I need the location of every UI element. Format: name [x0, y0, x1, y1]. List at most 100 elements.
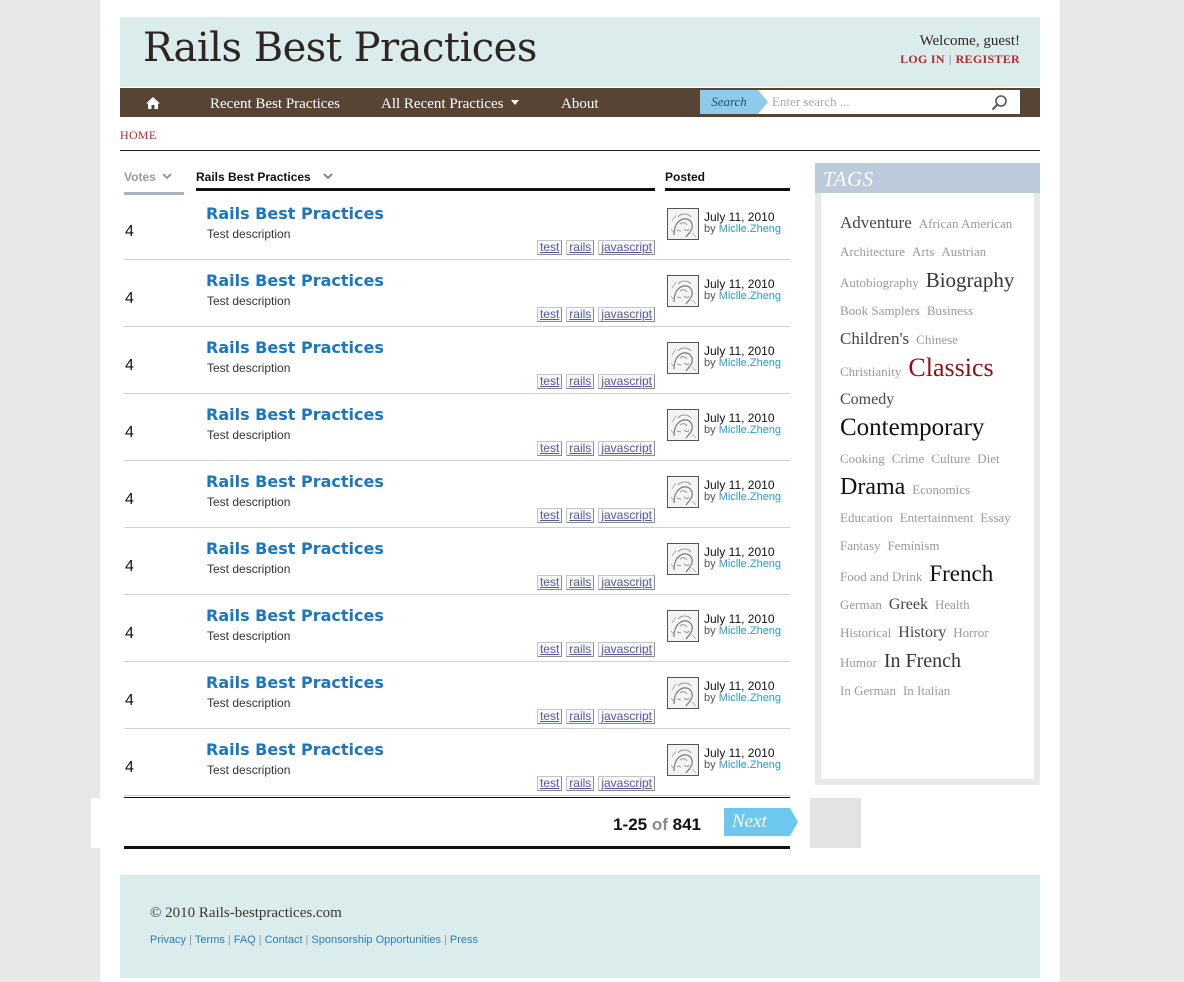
tag-cloud-item[interactable]: Classics [908, 354, 993, 382]
author-avatar[interactable] [667, 543, 699, 575]
tag-cloud-item[interactable]: Autobiography [840, 269, 919, 297]
tag-cloud-item[interactable]: Biography [926, 266, 1015, 294]
author-link[interactable]: Miclle.Zheng [719, 290, 781, 302]
tag-cloud-item[interactable]: Contemporary [840, 414, 984, 442]
author-link[interactable]: Miclle.Zheng [719, 491, 781, 503]
tag-cloud-item[interactable]: Arts [912, 238, 934, 266]
tag-link[interactable]: test [536, 575, 563, 590]
tag-cloud-item[interactable]: Architecture [840, 238, 905, 266]
tag-cloud-item[interactable]: In Italian [903, 677, 950, 705]
footer-link[interactable]: Terms [195, 934, 225, 946]
author-avatar[interactable] [667, 208, 699, 240]
tag-link[interactable]: javascript [598, 441, 655, 456]
author-avatar[interactable] [667, 610, 699, 642]
tag-cloud-item[interactable]: Culture [931, 445, 970, 473]
footer-link[interactable]: Press [450, 934, 478, 946]
tag-link[interactable]: test [536, 240, 563, 255]
tag-cloud-item[interactable]: Business [927, 297, 973, 325]
practice-title-link[interactable]: Rails Best Practices [206, 405, 384, 424]
practice-title-link[interactable]: Rails Best Practices [206, 673, 384, 692]
tag-cloud-item[interactable]: In German [840, 677, 896, 705]
tag-link[interactable]: rails [566, 307, 595, 322]
tag-link[interactable]: javascript [598, 575, 655, 590]
footer-link[interactable]: Contact [265, 934, 303, 946]
tag-link[interactable]: test [536, 709, 563, 724]
login-link[interactable]: LOG IN [900, 52, 945, 66]
tag-cloud-item[interactable]: Children's [840, 325, 909, 353]
practice-title-link[interactable]: Rails Best Practices [206, 204, 384, 223]
tag-link[interactable]: javascript [598, 776, 655, 791]
author-link[interactable]: Miclle.Zheng [719, 692, 781, 704]
tag-link[interactable]: test [536, 508, 563, 523]
tag-cloud-item[interactable]: Humor [840, 649, 877, 677]
tag-cloud-item[interactable]: Crime [892, 445, 925, 473]
tag-cloud-item[interactable]: Christianity [840, 358, 901, 386]
author-link[interactable]: Miclle.Zheng [719, 424, 781, 436]
tag-cloud-item[interactable]: Austrian [941, 238, 986, 266]
tag-link[interactable]: rails [566, 240, 595, 255]
tag-cloud-item[interactable]: Health [935, 591, 970, 619]
tag-link[interactable]: rails [566, 508, 595, 523]
tag-link[interactable]: javascript [598, 374, 655, 389]
tag-cloud-item[interactable]: In French [884, 647, 961, 675]
tag-cloud-item[interactable]: Greek [889, 591, 928, 619]
nav-recent-best-practices[interactable]: Recent Best Practices [210, 96, 340, 113]
tag-cloud-item[interactable]: Education [840, 504, 893, 532]
tag-link[interactable]: rails [566, 709, 595, 724]
tag-link[interactable]: javascript [598, 642, 655, 657]
next-page-button[interactable]: Next [724, 808, 798, 836]
votes-column-header[interactable]: Votes [124, 170, 184, 195]
author-avatar[interactable] [667, 409, 699, 441]
search-icon[interactable] [991, 94, 1008, 111]
practice-title-link[interactable]: Rails Best Practices [206, 338, 384, 357]
author-link[interactable]: Miclle.Zheng [719, 558, 781, 570]
author-avatar[interactable] [667, 677, 699, 709]
practice-title-link[interactable]: Rails Best Practices [206, 740, 384, 759]
author-avatar[interactable] [667, 275, 699, 307]
breadcrumb-home[interactable]: HOME [120, 128, 157, 143]
practice-title-link[interactable]: Rails Best Practices [206, 271, 384, 290]
tag-cloud-item[interactable]: Adventure [840, 209, 912, 237]
tag-link[interactable]: rails [566, 441, 595, 456]
tag-link[interactable]: rails [566, 642, 595, 657]
author-link[interactable]: Miclle.Zheng [719, 759, 781, 771]
tag-cloud-item[interactable]: African American [919, 210, 1012, 238]
footer-link[interactable]: Sponsorship Opportunities [311, 934, 441, 946]
tag-cloud-item[interactable]: Food and Drink [840, 563, 922, 591]
tag-link[interactable]: test [536, 642, 563, 657]
tag-cloud-item[interactable]: Historical [840, 619, 891, 647]
tag-link[interactable]: rails [566, 575, 595, 590]
tag-link[interactable]: javascript [598, 508, 655, 523]
tag-cloud-item[interactable]: Chinese [916, 326, 958, 354]
tag-cloud-item[interactable]: Diet [977, 445, 999, 473]
tag-cloud-item[interactable]: Fantasy [840, 532, 880, 560]
search-input[interactable] [772, 92, 982, 112]
title-column-header[interactable]: Rails Best Practices [196, 170, 655, 191]
practice-title-link[interactable]: Rails Best Practices [206, 539, 384, 558]
author-avatar[interactable] [667, 476, 699, 508]
site-title[interactable]: Rails Best Practices [143, 25, 537, 71]
tag-link[interactable]: javascript [598, 240, 655, 255]
footer-link[interactable]: Privacy [150, 934, 186, 946]
tag-cloud-item[interactable]: Entertainment [900, 504, 974, 532]
practice-title-link[interactable]: Rails Best Practices [206, 606, 384, 625]
tag-cloud-item[interactable]: Drama [840, 473, 905, 501]
practice-title-link[interactable]: Rails Best Practices [206, 472, 384, 491]
tag-cloud-item[interactable]: German [840, 591, 882, 619]
tag-cloud-item[interactable]: Cooking [840, 445, 885, 473]
footer-link[interactable]: FAQ [234, 934, 256, 946]
author-link[interactable]: Miclle.Zheng [719, 223, 781, 235]
tag-cloud-item[interactable]: Comedy [840, 386, 894, 414]
author-link[interactable]: Miclle.Zheng [719, 357, 781, 369]
tag-link[interactable]: test [536, 441, 563, 456]
author-link[interactable]: Miclle.Zheng [719, 625, 781, 637]
nav-about[interactable]: About [561, 96, 599, 113]
author-avatar[interactable] [667, 342, 699, 374]
nav-all-recent-practices[interactable]: All Recent Practices [381, 96, 520, 113]
tag-cloud-item[interactable]: French [929, 560, 993, 588]
tag-link[interactable]: rails [566, 374, 595, 389]
tag-link[interactable]: javascript [598, 709, 655, 724]
tag-cloud-item[interactable]: Essay [980, 504, 1010, 532]
tag-link[interactable]: test [536, 307, 563, 322]
tag-link[interactable]: rails [566, 776, 595, 791]
